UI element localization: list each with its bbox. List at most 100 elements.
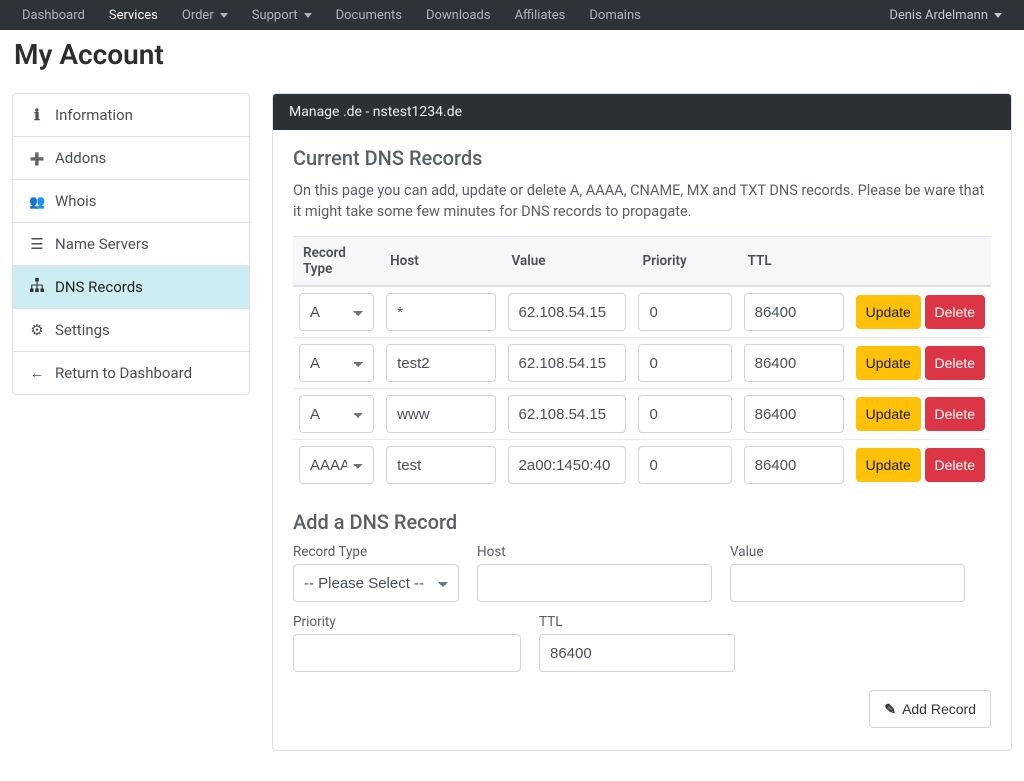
row-type-select[interactable]: A bbox=[299, 395, 374, 433]
nav-label: Services bbox=[109, 8, 158, 23]
row-priority-input[interactable] bbox=[638, 446, 731, 484]
nav-label: Dashboard bbox=[22, 8, 85, 23]
sidebar-item-label: DNS Records bbox=[55, 278, 143, 296]
sidebar-item-label: Whois bbox=[55, 192, 97, 210]
delete-button[interactable]: Delete bbox=[925, 295, 985, 329]
row-host-input[interactable] bbox=[386, 344, 495, 382]
col-value: Value bbox=[502, 237, 633, 287]
row-type-select[interactable]: AAAA bbox=[299, 446, 374, 484]
col-priority: Priority bbox=[632, 237, 737, 287]
add-type-select[interactable]: -- Please Select -- bbox=[293, 564, 459, 602]
nav-label: Affiliates bbox=[515, 8, 566, 23]
info-icon bbox=[29, 106, 45, 124]
sidebar-item-addons[interactable]: Addons bbox=[13, 137, 249, 180]
nav-label: Support bbox=[252, 8, 298, 23]
add-host-input[interactable] bbox=[477, 564, 712, 602]
delete-button[interactable]: Delete bbox=[925, 346, 985, 380]
sidebar-item-label: Information bbox=[55, 106, 133, 124]
add-priority-input[interactable] bbox=[293, 634, 521, 672]
row-ttl-input[interactable] bbox=[744, 446, 844, 484]
row-priority-input[interactable] bbox=[638, 395, 731, 433]
dns-card: Manage .de - nstest1234.de Current DNS R… bbox=[272, 93, 1012, 751]
nav-documents[interactable]: Documents bbox=[326, 2, 412, 29]
row-value-input[interactable] bbox=[508, 344, 627, 382]
row-ttl-input[interactable] bbox=[744, 344, 844, 382]
label-host: Host bbox=[477, 544, 712, 560]
nav-support[interactable]: Support bbox=[242, 2, 322, 29]
row-host-input[interactable] bbox=[386, 395, 495, 433]
sidebar-item-whois[interactable]: Whois bbox=[13, 180, 249, 223]
plus-circle-icon bbox=[29, 149, 45, 167]
row-ttl-input[interactable] bbox=[744, 395, 844, 433]
chevron-down-icon bbox=[304, 13, 312, 18]
table-row: A Update Delete bbox=[293, 286, 991, 338]
add-record-form: Add a DNS Record Record Type -- Please S… bbox=[293, 510, 991, 728]
table-row: AAAA Update Delete bbox=[293, 440, 991, 491]
label-value: Value bbox=[730, 544, 965, 560]
section-title: Current DNS Records bbox=[293, 146, 991, 170]
row-type-select[interactable]: A bbox=[299, 344, 374, 382]
user-name: Denis Ardelmann bbox=[889, 8, 988, 23]
delete-button[interactable]: Delete bbox=[925, 397, 985, 431]
sidebar-item-label: Addons bbox=[55, 149, 106, 167]
add-record-label: Add Record bbox=[902, 701, 976, 717]
update-button[interactable]: Update bbox=[856, 448, 921, 482]
sidebar-item-name-servers[interactable]: Name Servers bbox=[13, 223, 249, 266]
sidebar-item-dns-records[interactable]: DNS Records bbox=[13, 266, 249, 309]
main-column: Manage .de - nstest1234.de Current DNS R… bbox=[272, 93, 1012, 751]
user-menu[interactable]: Denis Ardelmann bbox=[879, 2, 1012, 29]
gear-icon bbox=[29, 321, 45, 339]
row-priority-input[interactable] bbox=[638, 293, 731, 331]
update-button[interactable]: Update bbox=[856, 397, 921, 431]
form-group-value: Value bbox=[730, 544, 965, 602]
main-container: Information Addons Whois Name Servers DN… bbox=[0, 83, 1024, 781]
section-description: On this page you can add, update or dele… bbox=[293, 180, 991, 222]
sidebar-item-label: Return to Dashboard bbox=[55, 364, 192, 382]
update-button[interactable]: Update bbox=[856, 295, 921, 329]
nav-domains[interactable]: Domains bbox=[579, 2, 650, 29]
list-icon bbox=[29, 235, 45, 253]
nav-affiliates[interactable]: Affiliates bbox=[505, 2, 576, 29]
nav-dashboard[interactable]: Dashboard bbox=[12, 2, 95, 29]
row-value-input[interactable] bbox=[508, 446, 627, 484]
add-title: Add a DNS Record bbox=[293, 510, 991, 534]
nav-downloads[interactable]: Downloads bbox=[416, 2, 501, 29]
sidebar-item-information[interactable]: Information bbox=[13, 94, 249, 137]
form-group-host: Host bbox=[477, 544, 712, 602]
page-title: My Account bbox=[14, 38, 1010, 71]
delete-button[interactable]: Delete bbox=[925, 448, 985, 482]
nav-label: Documents bbox=[336, 8, 402, 23]
sidebar-item-return[interactable]: Return to Dashboard bbox=[13, 352, 249, 394]
col-ttl: TTL bbox=[738, 237, 850, 287]
label-type: Record Type bbox=[293, 544, 459, 560]
users-icon bbox=[29, 192, 45, 210]
table-row: A Update Delete bbox=[293, 338, 991, 389]
nav-label: Domains bbox=[589, 8, 640, 23]
sidebar-item-label: Settings bbox=[55, 321, 110, 339]
sidebar-item-label: Name Servers bbox=[55, 235, 149, 253]
row-priority-input[interactable] bbox=[638, 344, 731, 382]
row-ttl-input[interactable] bbox=[744, 293, 844, 331]
chevron-down-icon bbox=[994, 13, 1002, 18]
sidebar-item-settings[interactable]: Settings bbox=[13, 309, 249, 352]
add-value-input[interactable] bbox=[730, 564, 965, 602]
pencil-icon bbox=[884, 701, 896, 718]
add-ttl-input[interactable] bbox=[539, 634, 735, 672]
nav-order[interactable]: Order bbox=[172, 2, 238, 29]
table-row: A Update Delete bbox=[293, 389, 991, 440]
dns-records-table: Record Type Host Value Priority TTL AUpd… bbox=[293, 236, 991, 490]
row-value-input[interactable] bbox=[508, 293, 627, 331]
row-value-input[interactable] bbox=[508, 395, 627, 433]
form-group-type: Record Type -- Please Select -- bbox=[293, 544, 459, 602]
arrow-left-icon bbox=[29, 364, 45, 382]
card-body: Current DNS Records On this page you can… bbox=[273, 130, 1011, 750]
col-actions bbox=[850, 237, 991, 287]
page-header: My Account bbox=[0, 30, 1024, 83]
add-record-button[interactable]: Add Record bbox=[869, 690, 991, 728]
update-button[interactable]: Update bbox=[856, 346, 921, 380]
row-host-input[interactable] bbox=[386, 293, 495, 331]
row-host-input[interactable] bbox=[386, 446, 495, 484]
nav-services[interactable]: Services bbox=[99, 2, 168, 29]
row-type-select[interactable]: A bbox=[299, 293, 374, 331]
top-nav: Dashboard Services Order Support Documen… bbox=[0, 0, 1024, 30]
